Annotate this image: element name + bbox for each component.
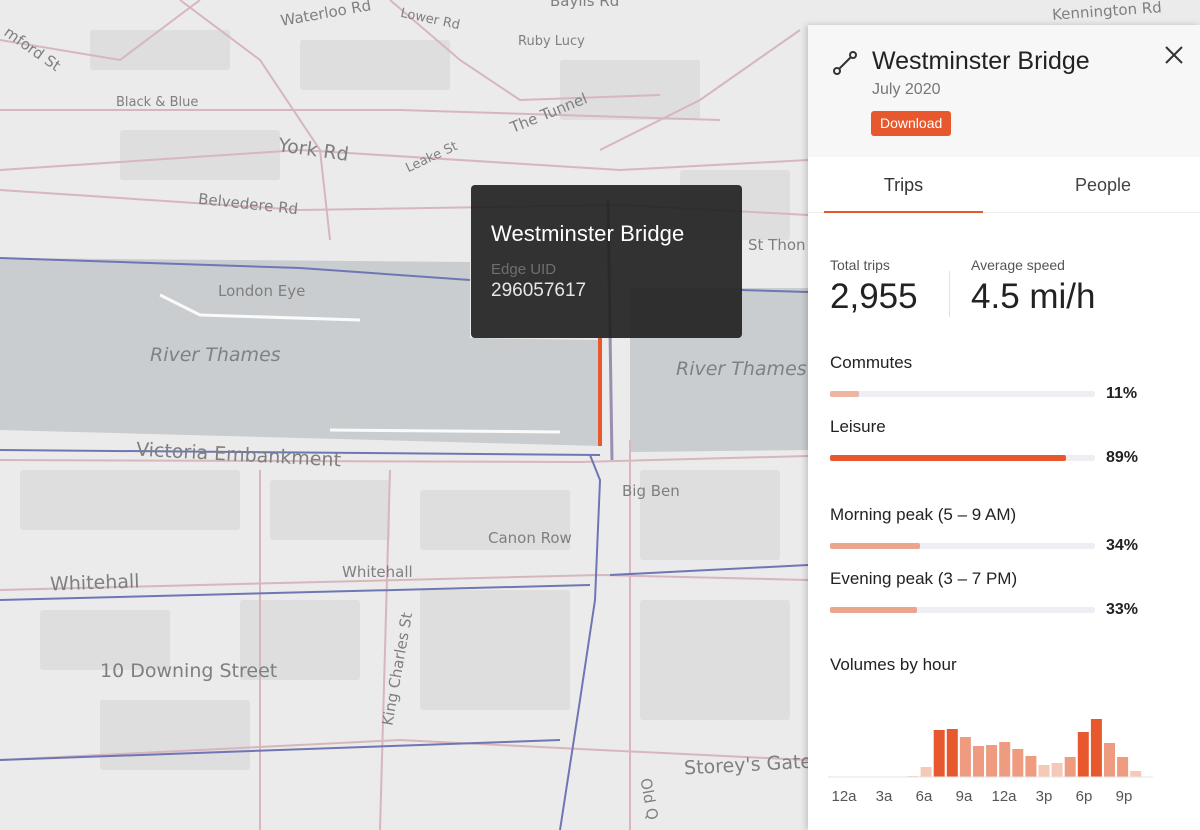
histogram-bar-hour-15 bbox=[1038, 765, 1050, 777]
bar-label: Commutes bbox=[830, 353, 913, 372]
map-label-canon-row: Canon Row bbox=[488, 529, 572, 547]
map-label-river-thames-right: River Thames bbox=[676, 358, 807, 380]
histogram-tick-label: 6p bbox=[1076, 788, 1093, 805]
histogram-tick-label: 12a bbox=[991, 788, 1017, 805]
histogram-bar-hour-7 bbox=[933, 730, 945, 777]
histogram-bar-hour-19 bbox=[1090, 719, 1102, 777]
total-trips-label: Total trips bbox=[830, 257, 890, 273]
histogram-bar-hour-17 bbox=[1064, 757, 1076, 777]
histogram-title: Volumes by hour bbox=[830, 655, 957, 674]
map-label-river-thames-left: River Thames bbox=[150, 344, 281, 366]
average-speed-label: Average speed bbox=[971, 257, 1065, 273]
histogram-bar-hour-22 bbox=[1130, 771, 1142, 777]
bar-percent: 89% bbox=[1106, 449, 1139, 466]
bar-fill bbox=[830, 543, 921, 549]
map-label-black-blue: Black & Blue bbox=[116, 95, 199, 110]
map-label-st-thomas: St Thon bbox=[748, 236, 806, 254]
map-label-whitehall-main: Whitehall bbox=[49, 570, 140, 596]
bar-track bbox=[830, 607, 1095, 613]
panel-body: Total trips 2,955 Average speed 4.5 mi/h… bbox=[808, 25, 1200, 830]
histogram-tick-label: 9p bbox=[1116, 788, 1133, 805]
bar-row-evening-peak: Evening peak (3 – 7 PM) 33% bbox=[830, 569, 1175, 619]
map-label-london-eye: London Eye bbox=[218, 282, 306, 300]
map-label-whitehall-small: Whitehall bbox=[342, 563, 413, 581]
bar-track bbox=[830, 543, 1095, 549]
histogram-tick-label: 12a bbox=[831, 788, 857, 805]
stat-average-speed: Average speed 4.5 mi/h bbox=[971, 257, 1096, 317]
bar-row-leisure: Leisure 89% bbox=[830, 417, 1175, 467]
histogram-tick-label: 9a bbox=[956, 788, 973, 805]
bar-label: Leisure bbox=[830, 417, 886, 436]
bar-track bbox=[830, 391, 1095, 397]
histogram-bar-hour-12 bbox=[999, 742, 1011, 777]
histogram-bar-hour-11 bbox=[986, 745, 998, 777]
histogram-tick-label: 6a bbox=[916, 788, 933, 805]
histogram-bar-hour-21 bbox=[1117, 757, 1129, 777]
map-label-downing-street: 10 Downing Street bbox=[100, 660, 278, 682]
map-label-baylis-rd: Baylis Rd bbox=[550, 0, 620, 10]
bar-label: Evening peak (3 – 7 PM) bbox=[830, 569, 1018, 588]
bar-track bbox=[830, 455, 1095, 461]
map-tooltip: Westminster Bridge Edge UID 296057617 bbox=[471, 185, 742, 338]
average-speed-value: 4.5 mi/h bbox=[971, 277, 1096, 316]
histogram-bar-hour-16 bbox=[1051, 763, 1063, 777]
bar-percent: 11% bbox=[1106, 385, 1138, 402]
histogram-tick-label: 3a bbox=[876, 788, 893, 805]
stat-divider bbox=[949, 271, 950, 317]
bar-row-commutes: Commutes 11% bbox=[830, 353, 1175, 403]
histogram-bar-hour-10 bbox=[973, 746, 984, 777]
bar-fill bbox=[830, 607, 918, 613]
histogram-tick-label: 3p bbox=[1036, 788, 1053, 805]
bar-label: Morning peak (5 – 9 AM) bbox=[830, 505, 1017, 524]
histogram-bar-hour-14 bbox=[1025, 756, 1037, 777]
stat-total-trips: Total trips 2,955 bbox=[830, 257, 918, 317]
bar-fill bbox=[830, 455, 1066, 461]
histogram-bar-hour-6 bbox=[920, 767, 932, 777]
histogram-bar-hour-9 bbox=[959, 737, 971, 777]
tooltip-edge-value: 296057617 bbox=[491, 280, 587, 301]
bar-percent: 33% bbox=[1106, 601, 1139, 618]
volumes-by-hour-chart: 12a 3a 6a 9a 12a 3p 6p 9p bbox=[828, 719, 1153, 805]
map-label-big-ben: Big Ben bbox=[622, 482, 680, 500]
map-label-ruby-lucy: Ruby Lucy bbox=[518, 34, 585, 49]
bar-percent: 34% bbox=[1106, 537, 1139, 554]
bar-row-morning-peak: Morning peak (5 – 9 AM) 34% bbox=[830, 505, 1175, 555]
histogram-bar-hour-20 bbox=[1104, 743, 1115, 777]
tooltip-edge-label: Edge UID bbox=[491, 261, 557, 278]
histogram-bar-hour-18 bbox=[1077, 732, 1089, 777]
histogram-bar-hour-13 bbox=[1012, 749, 1024, 777]
tooltip-title: Westminster Bridge bbox=[491, 221, 685, 246]
total-trips-value: 2,955 bbox=[830, 277, 918, 316]
bar-fill bbox=[830, 391, 860, 397]
histogram-bar-hour-8 bbox=[946, 729, 958, 777]
